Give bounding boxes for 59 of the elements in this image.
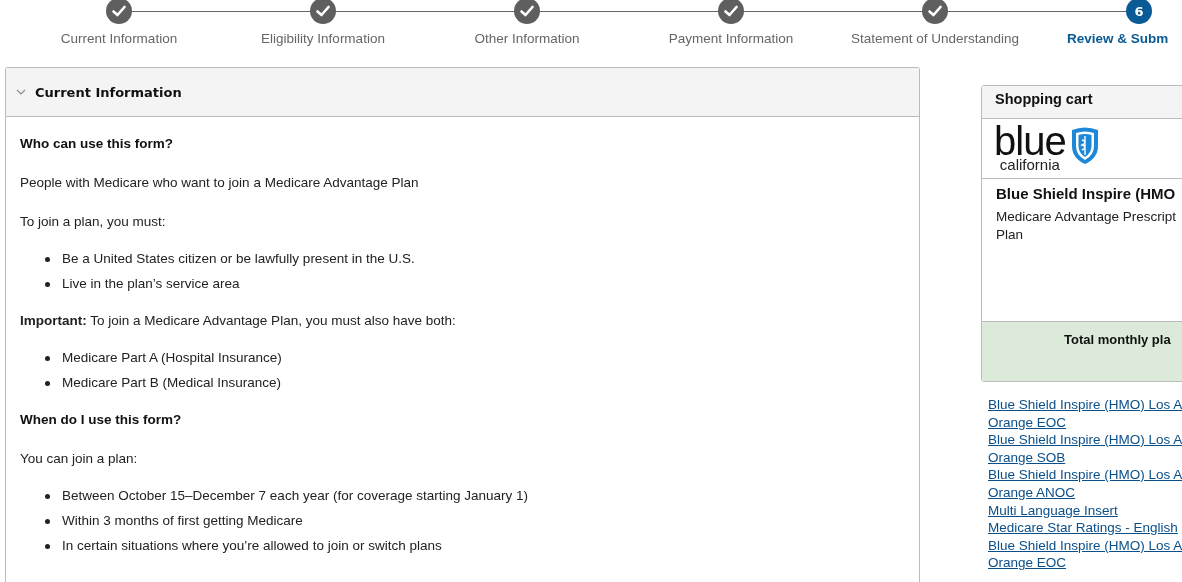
document-link[interactable]: Orange EOC	[988, 413, 1067, 432]
document-link[interactable]: Orange ANOC	[988, 483, 1076, 502]
checkmark-icon	[724, 5, 738, 17]
plan-name: Blue Shield Inspire (HMO	[996, 185, 1177, 202]
paragraph: People with Medicare who want to join a Medicare Advantage Plan	[20, 174, 420, 192]
step-label[interactable]: Eligibility Information	[261, 31, 385, 46]
shield-logo-icon	[1069, 126, 1100, 166]
checkmark-icon	[112, 5, 126, 17]
step-label[interactable]: Current Information	[60, 31, 178, 46]
list-item: Medicare Part B (Medical Insurance)	[62, 374, 282, 392]
paragraph: Important: To join a Medicare Advantage Plan, you must also have both:	[20, 312, 457, 330]
bullet-icon	[45, 543, 50, 549]
question-heading: When do I use this form?	[20, 411, 183, 429]
step-number: 6	[1134, 3, 1144, 19]
document-link[interactable]: Orange EOC	[988, 554, 1067, 572]
step-label[interactable]: Statement of Understanding	[850, 31, 1020, 46]
list-item: In certain situations where you’re allowed to join or switch plans	[62, 537, 442, 555]
step-indicator[interactable]	[718, 0, 744, 24]
logo-wordmark: blue	[994, 125, 1066, 157]
plan-type: Plan	[996, 226, 1025, 244]
step-label[interactable]: Payment Information	[668, 31, 794, 46]
bullet-icon	[45, 493, 50, 499]
document-link[interactable]: Medicare Star Ratings - English	[988, 519, 1178, 537]
document-link[interactable]: Blue Shield Inspire (HMO) Los A	[988, 466, 1182, 484]
document-link[interactable]: Blue Shield Inspire (HMO) Los A	[988, 431, 1182, 449]
bullet-icon	[45, 518, 50, 524]
paragraph: To join a plan, you must:	[20, 213, 167, 231]
question-heading: Who can use this form?	[20, 135, 174, 153]
bullet-icon	[45, 380, 50, 386]
document-link[interactable]: Blue Shield Inspire (HMO) Los A	[988, 536, 1182, 555]
list-item: Medicare Part A (Hospital Insurance)	[62, 349, 282, 367]
plan-type: Medicare Advantage Prescript	[996, 208, 1178, 226]
paragraph: You can join a plan:	[20, 450, 139, 468]
bullet-icon	[45, 355, 50, 361]
step-indicator[interactable]	[514, 0, 540, 24]
document-link[interactable]: Orange SOB	[988, 448, 1066, 467]
total-label: Total monthly pla	[1064, 332, 1171, 347]
bullet-icon	[45, 256, 50, 262]
step-indicator[interactable]	[310, 0, 336, 24]
section-title: Current Information	[35, 84, 182, 100]
step-indicator[interactable]	[106, 0, 132, 24]
list-item: Between October 15–December 7 each year (for coverage starting January 1)	[62, 487, 528, 505]
step-label[interactable]: Review & Subm	[1067, 31, 1169, 46]
cart-title: Shopping cart	[995, 91, 1093, 107]
section-header[interactable]: Current Information	[6, 68, 919, 117]
chevron-down-icon	[16, 89, 26, 95]
document-link[interactable]: Multi Language Insert	[988, 501, 1118, 520]
list-item: Within 3 months of first getting Medicare	[62, 512, 303, 530]
checkmark-icon	[928, 5, 942, 17]
checkmark-icon	[316, 5, 330, 17]
checkmark-icon	[520, 5, 534, 17]
step-label[interactable]: Other Information	[474, 31, 580, 46]
list-item: Be a United States citizen or be lawfully present in the U.S.	[62, 250, 415, 268]
step-indicator[interactable]	[922, 0, 948, 24]
list-item: Live in the plan’s service area	[62, 275, 240, 293]
logo-subtitle: california	[999, 157, 1060, 173]
bullet-icon	[45, 281, 50, 287]
document-link[interactable]: Blue Shield Inspire (HMO) Los A	[988, 396, 1182, 414]
step-indicator[interactable]: 6	[1126, 0, 1152, 24]
